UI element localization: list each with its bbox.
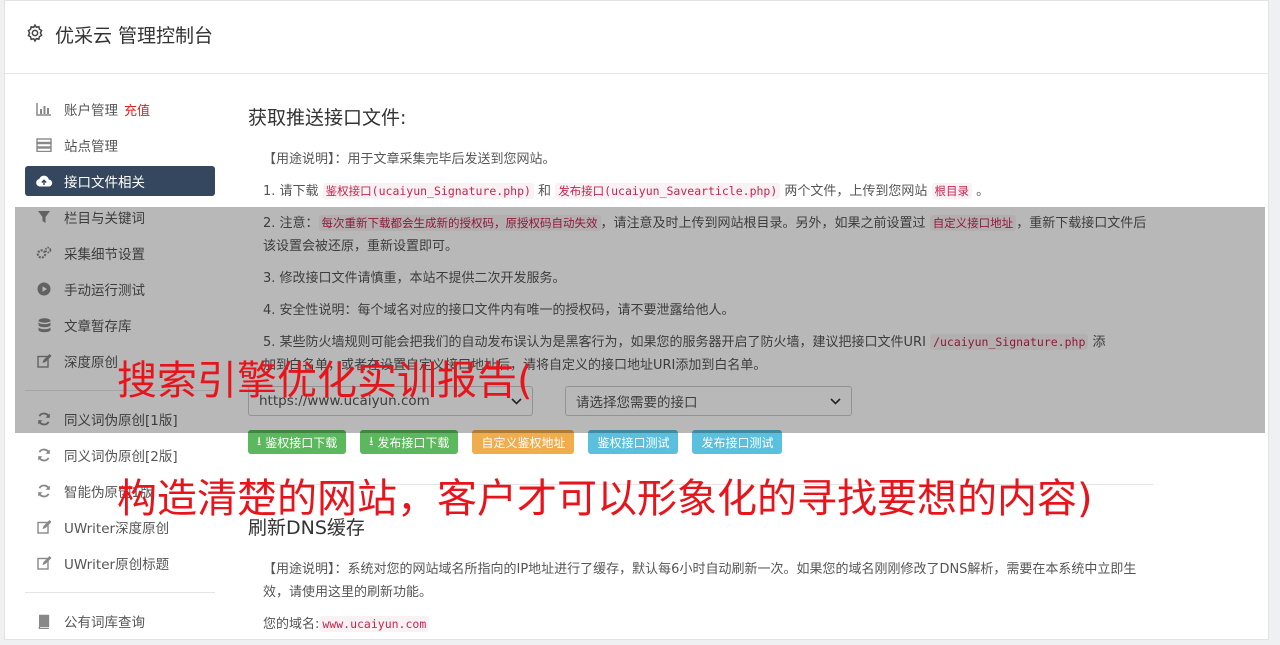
book-icon [35,612,53,630]
test-publish-button[interactable]: 发布接口测试 [692,430,783,454]
publish-file-name: 发布接口(ucaiyun_Savearticle.php) [555,183,781,199]
domain-row: 您的域名: www.ucaiyun.com [263,613,1153,636]
header: 优采云 管理控制台 [5,1,1268,74]
sidebar-item-sites[interactable]: 站点管理 [25,130,215,160]
section-title-push-api: 获取推送接口文件: [248,107,407,129]
instruction-1: 1. 请下载 鉴权接口(ucaiyun_Signature.php) 和 发布接… [263,183,990,199]
overlay-headline: 搜索引擎优化实训报告( [117,358,533,404]
auth-file-name: 鉴权接口(ucaiyun_Signature.php) [322,183,534,199]
sidebar-item-uwriter-title[interactable]: UWriter原创标题 [25,548,215,578]
root-dir-label: 根目录 [931,183,973,199]
cloud-upload-icon [35,172,53,190]
sidebar-item-label: UWriter原创标题 [64,557,170,573]
overlay-subline: 构造清楚的网站，客户才可以形象化的寻找要想的内容) [117,476,1093,522]
server-icon [35,136,53,154]
download-publish-button[interactable]: ⭳ 发布接口下载 [360,430,459,454]
bar-chart-icon [35,100,53,118]
download-icon: ⭳ [369,433,374,448]
sidebar-item-public-lexicon[interactable]: 公有词库查询 [25,606,215,636]
recharge-link[interactable]: 充值 [124,100,150,119]
sidebar-item-label: 接口文件相关 [64,175,145,191]
sidebar-item-account[interactable]: 账户管理 充值 [25,94,215,124]
refresh-icon [35,446,53,464]
edit-icon [35,554,53,572]
gear-icon [27,23,43,43]
sidebar-item-label: 同义词伪原创[2版] [64,449,178,465]
sidebar-item-label: 公有词库查询 [64,615,145,631]
domain-value: www.ucaiyun.com [319,616,430,632]
download-auth-button[interactable]: ⭳ 鉴权接口下载 [248,430,347,454]
download-icon: ⭳ [257,433,262,448]
sidebar-item-label: 站点管理 [64,139,118,155]
usage-note: 【用途说明】：用于文章采集完毕后发送到您网站。 [263,152,556,167]
edit-icon [35,518,53,536]
sidebar-item-api-files[interactable]: 接口文件相关 [25,166,215,196]
sidebar-divider [25,592,215,593]
page-title: 优采云 管理控制台 [55,25,214,47]
test-auth-button[interactable]: 鉴权接口测试 [588,430,679,454]
custom-auth-button[interactable]: 自定义鉴权地址 [472,430,575,454]
sidebar-item-label: 账户管理 [64,103,118,119]
dns-usage-note: 【用途说明】：系统对您的网站域名所指向的IP地址进行了缓存，默认每6小时自动刷新… [263,562,1137,600]
refresh-icon [35,482,53,500]
